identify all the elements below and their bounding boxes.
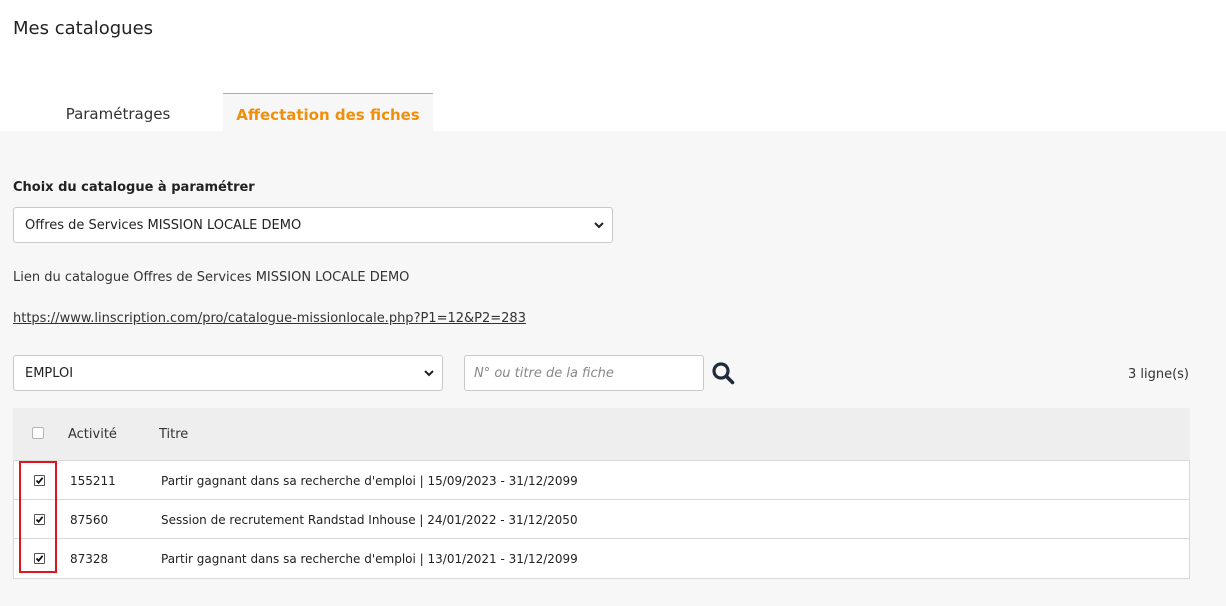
row-count: 3 ligne(s) — [1127, 367, 1189, 382]
row-checkbox[interactable] — [34, 553, 45, 564]
column-header-activite: Activité — [68, 427, 117, 442]
table-row: 155211 Partir gagnant dans sa recherche … — [14, 461, 1189, 500]
table-body: 155211 Partir gagnant dans sa recherche … — [13, 460, 1190, 579]
checkmark-icon — [35, 516, 44, 524]
chevron-down-icon — [424, 370, 434, 377]
tab-panel: Choix du catalogue à paramétrer Offres d… — [0, 131, 1226, 606]
catalogue-select-value: Offres de Services MISSION LOCALE DEMO — [25, 217, 302, 233]
fiches-table: Activité Titre 155211 Partir gagnant dan… — [13, 408, 1190, 579]
catalogue-link[interactable]: https://www.linscription.com/pro/catalog… — [13, 311, 526, 326]
row-titre: Partir gagnant dans sa recherche d'emplo… — [161, 474, 578, 488]
search-icon[interactable] — [711, 361, 735, 385]
tab-parametrages[interactable]: Paramétrages — [13, 93, 223, 131]
row-titre: Partir gagnant dans sa recherche d'emplo… — [161, 552, 578, 566]
category-select-value: EMPLOI — [25, 365, 74, 381]
checkmark-icon — [35, 477, 44, 485]
checkmark-icon — [35, 555, 44, 563]
catalogue-link-caption: Lien du catalogue Offres de Services MIS… — [13, 270, 410, 285]
catalogue-select-label: Choix du catalogue à paramétrer — [13, 180, 255, 195]
tab-bar: Paramétrages Affectation des fiches — [13, 93, 433, 131]
row-checkbox[interactable] — [34, 475, 45, 486]
row-activite: 155211 — [70, 474, 116, 488]
catalogue-select[interactable]: Offres de Services MISSION LOCALE DEMO — [13, 207, 613, 243]
search-input[interactable] — [464, 355, 704, 391]
page-title: Mes catalogues — [13, 18, 154, 39]
column-header-titre: Titre — [159, 427, 189, 442]
select-all-checkbox[interactable] — [32, 427, 44, 439]
row-activite: 87328 — [70, 552, 109, 566]
table-row: 87328 Partir gagnant dans sa recherche d… — [14, 539, 1189, 578]
row-titre: Session de recrutement Randstad Inhouse … — [161, 513, 578, 527]
chevron-down-icon — [594, 222, 604, 229]
table-row: 87560 Session de recrutement Randstad In… — [14, 500, 1189, 539]
table-header: Activité Titre — [13, 408, 1190, 460]
row-activite: 87560 — [70, 513, 109, 527]
row-checkbox[interactable] — [34, 514, 45, 525]
category-select[interactable]: EMPLOI — [13, 355, 443, 391]
tab-affectation-des-fiches[interactable]: Affectation des fiches — [223, 93, 433, 131]
